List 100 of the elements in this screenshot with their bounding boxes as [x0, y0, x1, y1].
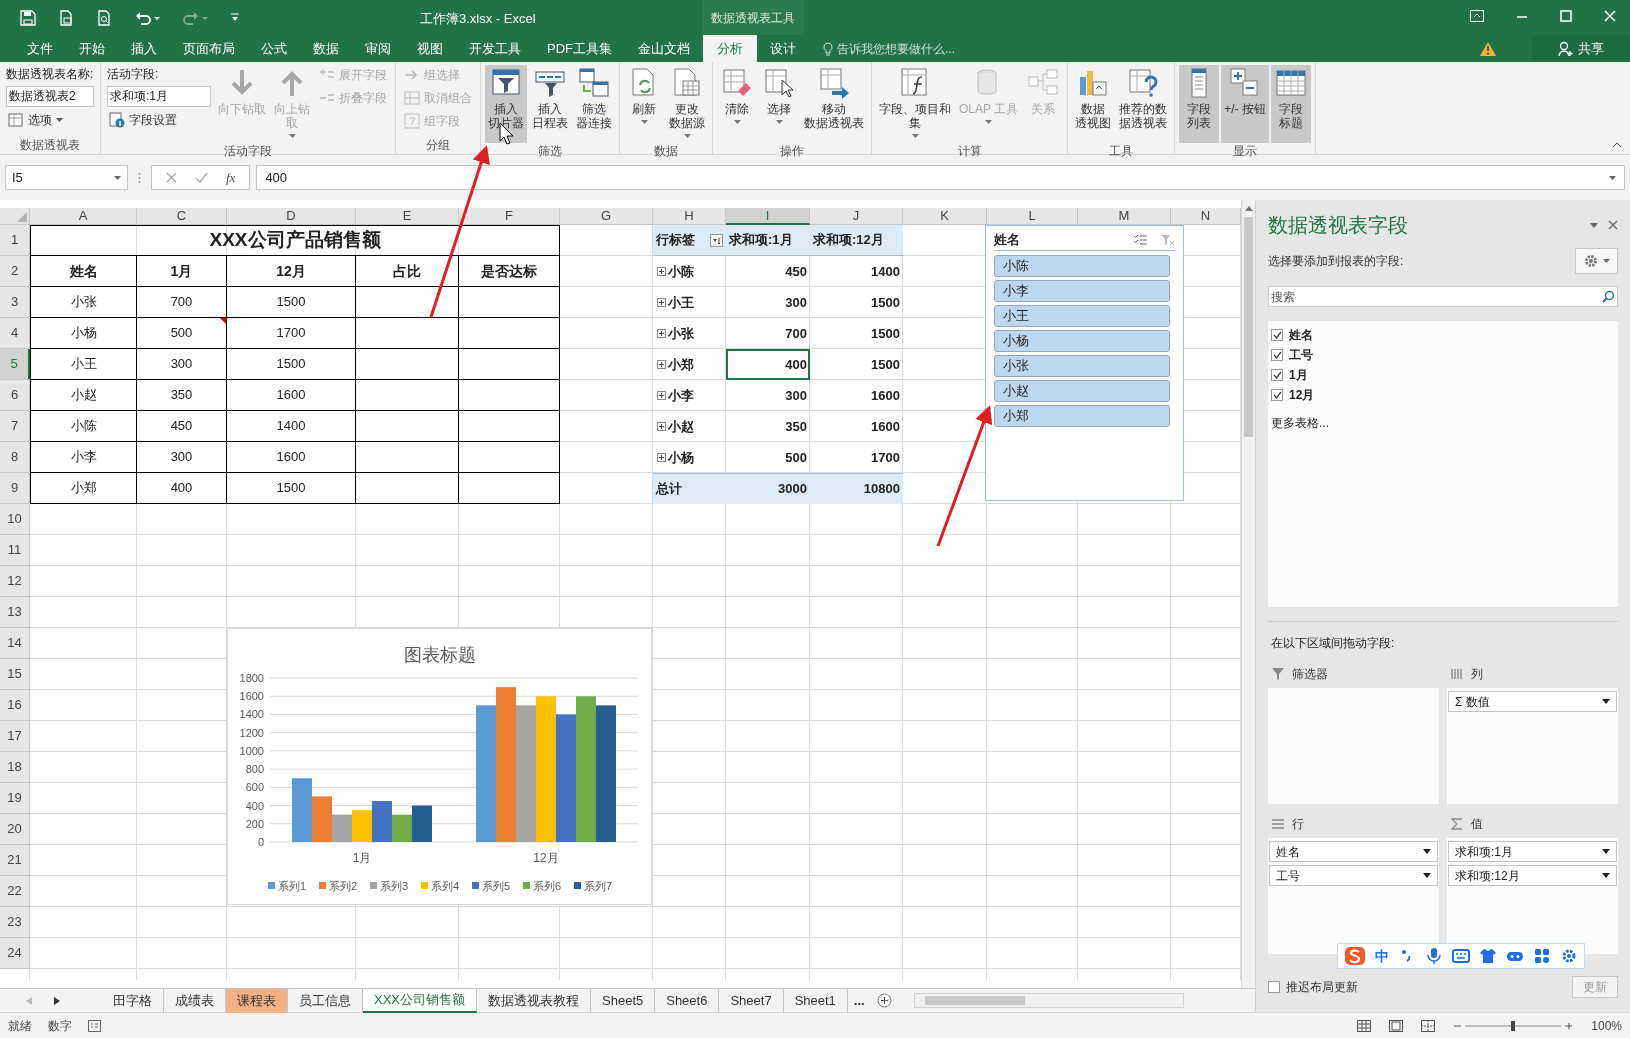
row-header[interactable]: 10: [0, 504, 30, 535]
column-header[interactable]: E: [356, 208, 459, 225]
row-header[interactable]: 14: [0, 628, 30, 659]
area-field[interactable]: 姓名: [1269, 841, 1438, 862]
tell-me-field[interactable]: 告诉我您想要做什么...: [837, 39, 955, 58]
expand-icon[interactable]: [657, 391, 666, 400]
column-header[interactable]: D: [227, 208, 356, 225]
sheet-tab[interactable]: XXX公司销售额: [363, 988, 477, 1013]
ribbon-button[interactable]: 选择: [759, 65, 799, 143]
expand-icon[interactable]: [657, 360, 666, 369]
row-header[interactable]: 4: [0, 318, 30, 349]
ribbon-tab[interactable]: 开发工具: [456, 35, 534, 62]
column-header[interactable]: F: [459, 208, 560, 225]
caret-icon[interactable]: [1590, 222, 1598, 228]
expand-icon[interactable]: [657, 453, 666, 462]
up-caret-icon[interactable]: [1244, 206, 1253, 211]
column-header[interactable]: A: [30, 208, 137, 225]
document-icon[interactable]: [58, 9, 74, 26]
row-header[interactable]: 20: [0, 814, 30, 845]
filter-dropdown-icon[interactable]: [710, 233, 723, 247]
row-header[interactable]: 7: [0, 411, 30, 442]
ribbon-button[interactable]: 刷新: [624, 65, 664, 143]
magnifier-page-icon[interactable]: [96, 9, 112, 26]
ribbon-button[interactable]: 清除: [717, 65, 757, 143]
ribbon-tab[interactable]: 审阅: [352, 35, 404, 62]
customize-caret-icon[interactable]: [230, 12, 240, 23]
row-header[interactable]: 18: [0, 752, 30, 783]
name-box[interactable]: I5: [5, 165, 128, 190]
scrollbar-thumb[interactable]: [1244, 217, 1253, 437]
ime-toolbar[interactable]: 中: [1337, 943, 1585, 969]
expand-icon[interactable]: [657, 267, 666, 276]
ribbon-tab[interactable]: PDF工具集: [534, 35, 625, 62]
column-header[interactable]: I: [726, 208, 810, 225]
row-header[interactable]: 8: [0, 442, 30, 473]
ribbon-button[interactable]: 字段设置: [107, 110, 211, 130]
ribbon-button[interactable]: 选项: [6, 110, 94, 130]
multi-select-icon[interactable]: [1133, 233, 1147, 246]
area-field[interactable]: Σ 数值: [1448, 691, 1617, 712]
ribbon-tab[interactable]: 分析: [703, 35, 757, 62]
ribbon-button[interactable]: 数据 透视图: [1072, 65, 1115, 143]
expand-icon[interactable]: [657, 298, 666, 307]
ribbon-tab[interactable]: 设计: [757, 35, 809, 62]
column-header[interactable]: K: [903, 208, 987, 225]
microphone-icon[interactable]: [1425, 947, 1443, 965]
row-header[interactable]: 19: [0, 783, 30, 814]
page-break-icon[interactable]: [1421, 1019, 1436, 1032]
ribbon-tab[interactable]: 开始: [66, 35, 118, 62]
slicer-item[interactable]: 小郑: [994, 405, 1170, 427]
row-header[interactable]: 21: [0, 845, 30, 876]
row-header[interactable]: 5: [0, 349, 30, 380]
row-header[interactable]: 13: [0, 597, 30, 628]
column-header[interactable]: C: [137, 208, 227, 225]
share-button[interactable]: 共享: [1532, 35, 1630, 62]
normal-view-icon[interactable]: [1357, 1019, 1372, 1032]
row-header[interactable]: 9: [0, 473, 30, 504]
zoom-level[interactable]: 100%: [1591, 1016, 1622, 1035]
ribbon-display-icon[interactable]: [1470, 10, 1484, 22]
row-header[interactable]: 23: [0, 907, 30, 938]
row-header[interactable]: 16: [0, 690, 30, 721]
collapse-ribbon-icon[interactable]: [1612, 142, 1622, 148]
column-header[interactable]: H: [653, 208, 726, 225]
ribbon-tab[interactable]: 文件: [14, 35, 66, 62]
ribbon-button[interactable]: 字段 列表: [1179, 65, 1220, 143]
vertical-scrollbar[interactable]: [1241, 200, 1255, 988]
zoom-slider-icon[interactable]: [1453, 1019, 1574, 1032]
page-layout-icon[interactable]: [1389, 1019, 1404, 1032]
slicer-item[interactable]: 小杨: [994, 330, 1170, 352]
slicer-item[interactable]: 小王: [994, 305, 1170, 327]
keyboard-icon[interactable]: [1452, 947, 1470, 965]
ribbon-button[interactable]: 插入 日程表: [529, 65, 571, 143]
column-header[interactable]: N: [1171, 208, 1241, 225]
slicer-item[interactable]: 小赵: [994, 380, 1170, 402]
more-tabs-button[interactable]: ...: [847, 990, 871, 1011]
row-header[interactable]: 11: [0, 535, 30, 566]
ribbon-tab[interactable]: 数据: [300, 35, 352, 62]
column-header[interactable]: G: [560, 208, 653, 225]
slicer-item[interactable]: 小陈: [994, 255, 1170, 277]
row-header[interactable]: 24: [0, 938, 30, 969]
area-field[interactable]: 求和项:12月: [1448, 865, 1617, 886]
add-sheet-icon[interactable]: [876, 993, 892, 1008]
ribbon-button[interactable]: 字段、项目和 集: [876, 65, 954, 143]
ribbon-tab[interactable]: 视图: [404, 35, 456, 62]
ribbon-button[interactable]: 更改 数据源: [666, 65, 708, 143]
insert-function-button[interactable]: fx: [226, 167, 236, 188]
column-header[interactable]: L: [987, 208, 1078, 225]
row-header[interactable]: 1: [0, 225, 30, 256]
slicer-item[interactable]: 小张: [994, 355, 1170, 377]
grid-icon[interactable]: [1533, 947, 1551, 965]
row-header[interactable]: 3: [0, 287, 30, 318]
checkbox[interactable]: [1271, 389, 1283, 401]
expand-icon[interactable]: [657, 329, 666, 338]
ribbon-button[interactable]: 字段 标题: [1270, 65, 1311, 143]
ribbon-button[interactable]: 筛选 器连接: [573, 65, 615, 143]
search-field[interactable]: 搜索: [1268, 286, 1618, 307]
ribbon-button[interactable]: 推荐的数 据透视表: [1116, 65, 1171, 143]
row-header[interactable]: 12: [0, 566, 30, 597]
ribbon-tab[interactable]: 页面布局: [170, 35, 248, 62]
scrollbar-thumb[interactable]: [924, 996, 1025, 1005]
checkbox[interactable]: [1268, 981, 1280, 993]
row-header[interactable]: 2: [0, 256, 30, 287]
